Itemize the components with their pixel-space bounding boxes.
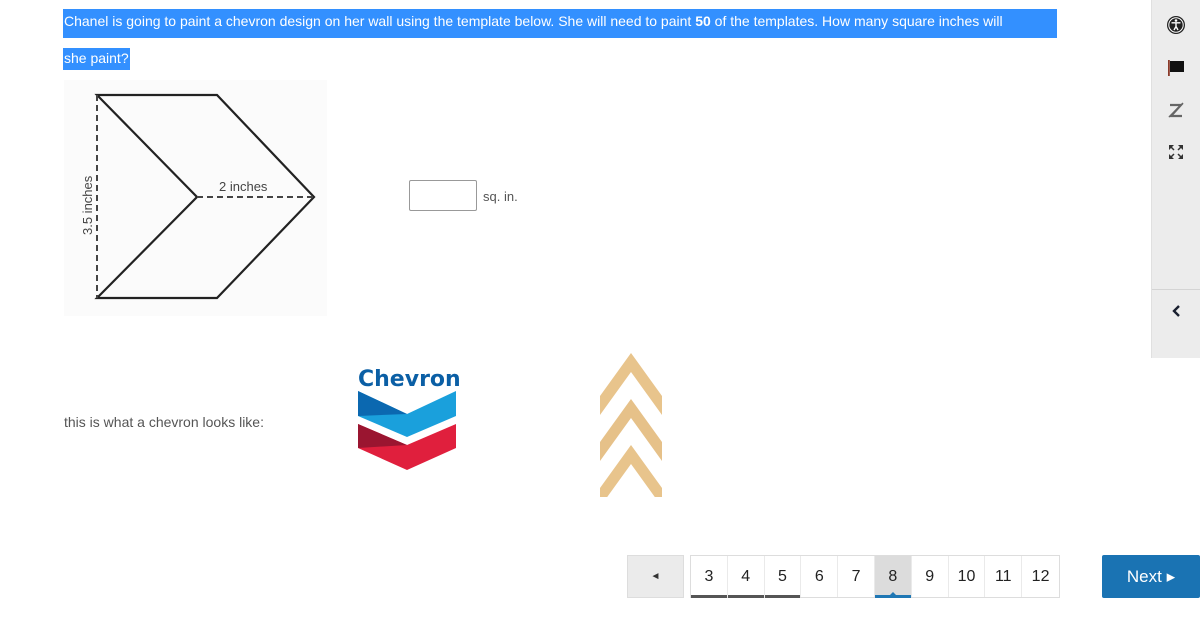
page-button-3[interactable]: 3 xyxy=(691,556,728,598)
unit-label: sq. in. xyxy=(483,189,518,204)
question-text: Chanel is going to paint a chevron desig… xyxy=(64,13,696,29)
question-text: of the templates. How many square inches… xyxy=(710,13,1003,29)
page-button-11[interactable]: 11 xyxy=(985,556,1023,597)
caption-text: this is what a chevron looks like: xyxy=(64,414,264,430)
wood-chevron xyxy=(600,445,662,507)
question-text-line-2: she paint? xyxy=(63,48,130,70)
page-button-9[interactable]: 9 xyxy=(912,556,949,597)
collapse-sidebar-chevron-left-icon[interactable] xyxy=(1165,300,1187,322)
page-button-6[interactable]: 6 xyxy=(801,556,839,597)
page-button-12[interactable]: 12 xyxy=(1022,556,1059,597)
page-button-10[interactable]: 10 xyxy=(949,556,986,597)
height-label: 3.5 inches xyxy=(80,175,95,235)
accessibility-icon[interactable] xyxy=(1165,14,1187,36)
chevron-diagram: 2 inches 3.5 inches xyxy=(80,93,316,300)
previous-page-button[interactable]: ◄ xyxy=(627,555,684,598)
question-text-line-1: Chanel is going to paint a chevron desig… xyxy=(63,9,1057,38)
answer-input[interactable] xyxy=(409,180,477,211)
translate-icon[interactable] xyxy=(1165,99,1187,121)
wood-chevrons-image xyxy=(597,352,665,507)
tool-sidebar xyxy=(1151,0,1200,358)
page-button-8[interactable]: 8 xyxy=(874,556,912,598)
page-button-4[interactable]: 4 xyxy=(727,556,765,598)
chevron-template-figure: 2 inches 3.5 inches xyxy=(64,80,327,316)
logo-blue-shade xyxy=(358,391,407,416)
chevron-logo-image: Chevron xyxy=(355,364,461,470)
page-button-5[interactable]: 5 xyxy=(764,556,802,598)
template-count: 50 xyxy=(695,13,711,29)
fullscreen-icon[interactable] xyxy=(1165,141,1187,163)
flag-icon[interactable] xyxy=(1165,57,1187,79)
page-list: 3 4 5 6 7 8 9 10 11 12 xyxy=(690,555,1060,598)
sidebar-divider xyxy=(1152,289,1200,290)
position-marker xyxy=(389,0,402,5)
next-button[interactable]: Next ▸ xyxy=(1102,555,1200,598)
width-label: 2 inches xyxy=(219,179,268,194)
logo-text: Chevron xyxy=(358,367,460,392)
page-button-7[interactable]: 7 xyxy=(838,556,875,597)
